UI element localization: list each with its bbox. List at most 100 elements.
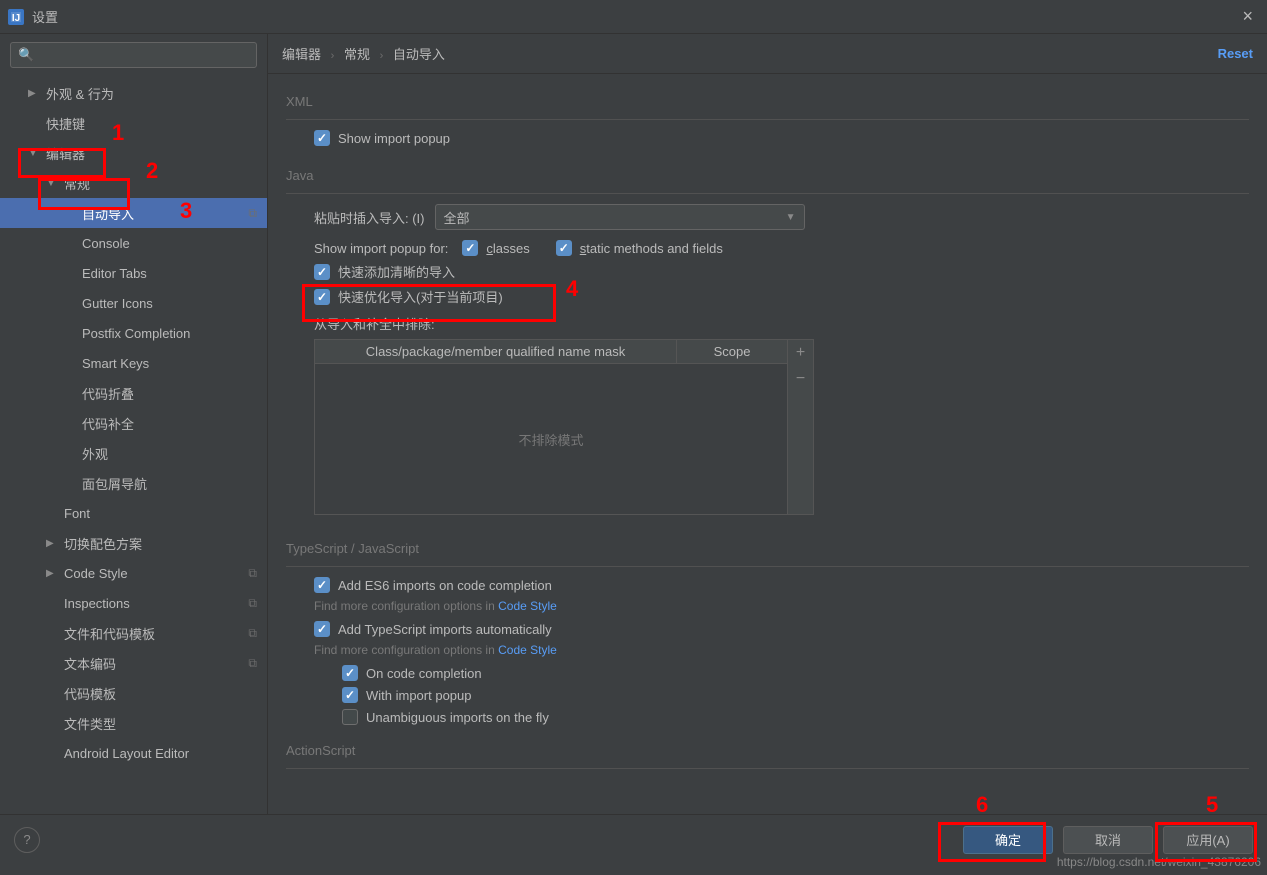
checkbox-xml-show-import[interactable] bbox=[314, 130, 330, 146]
sidebar-item-7[interactable]: Gutter Icons bbox=[0, 288, 267, 318]
close-icon[interactable]: × bbox=[1236, 6, 1259, 27]
checkbox-static[interactable] bbox=[556, 240, 572, 256]
checkbox-on-completion[interactable] bbox=[342, 665, 358, 681]
expand-arrow-icon[interactable] bbox=[28, 148, 42, 159]
project-scope-icon: ⧉ bbox=[248, 206, 257, 221]
sidebar-item-13[interactable]: 面包屑导航 bbox=[0, 468, 267, 498]
sidebar-item-label: 代码模板 bbox=[64, 684, 116, 703]
add-button[interactable]: + bbox=[788, 340, 813, 366]
expand-arrow-icon[interactable] bbox=[46, 568, 60, 579]
popup-for-label: Show import popup for: bbox=[314, 241, 448, 256]
checkbox-label: 快速添加清晰的导入 bbox=[338, 262, 455, 281]
sidebar-item-label: Font bbox=[64, 506, 90, 521]
checkbox-es6-imports[interactable] bbox=[314, 577, 330, 593]
divider bbox=[286, 193, 1249, 194]
cancel-button[interactable]: 取消 bbox=[1063, 826, 1153, 854]
sidebar-item-17[interactable]: Inspections ⧉ bbox=[0, 588, 267, 618]
sidebar-item-22[interactable]: Android Layout Editor bbox=[0, 738, 267, 768]
checkbox-label: With import popup bbox=[366, 688, 472, 703]
sidebar-item-18[interactable]: 文件和代码模板 ⧉ bbox=[0, 618, 267, 648]
code-style-link[interactable]: Code Style bbox=[498, 643, 557, 657]
expand-arrow-icon[interactable] bbox=[28, 88, 42, 99]
checkbox-label: Show import popup bbox=[338, 131, 450, 146]
sidebar-item-9[interactable]: Smart Keys bbox=[0, 348, 267, 378]
sidebar-item-10[interactable]: 代码折叠 bbox=[0, 378, 267, 408]
sidebar-item-label: Inspections bbox=[64, 596, 130, 611]
paste-import-label: 粘贴时插入导入: (I) bbox=[314, 208, 425, 227]
sidebar-item-label: Editor Tabs bbox=[82, 266, 147, 281]
section-java-title: Java bbox=[286, 168, 1249, 183]
reset-link[interactable]: Reset bbox=[1218, 46, 1253, 61]
checkbox-classes[interactable] bbox=[462, 240, 478, 256]
code-style-link[interactable]: Code Style bbox=[498, 599, 557, 613]
sidebar-item-4[interactable]: 自动导入⧉ bbox=[0, 198, 267, 228]
chevron-right-icon: › bbox=[331, 50, 335, 62]
project-scope-icon: ⧉ bbox=[248, 626, 257, 641]
sidebar-item-label: 文件和代码模板 bbox=[64, 624, 155, 643]
expand-arrow-icon[interactable] bbox=[46, 538, 60, 549]
breadcrumb-item[interactable]: 编辑器 bbox=[282, 47, 321, 62]
sidebar-item-19[interactable]: 文本编码⧉ bbox=[0, 648, 267, 678]
sidebar-item-label: 代码折叠 bbox=[82, 384, 134, 403]
sidebar-item-15[interactable]: 切换配色方案 bbox=[0, 528, 267, 558]
sidebar-item-2[interactable]: 编辑器 bbox=[0, 138, 267, 168]
sidebar-item-label: 外观 & 行为 bbox=[46, 84, 114, 103]
help-button[interactable]: ? bbox=[14, 827, 40, 853]
sidebar-item-label: 快捷键 bbox=[46, 114, 85, 133]
exclude-table: Class/package/member qualified name mask… bbox=[314, 339, 814, 515]
sidebar-item-label: Android Layout Editor bbox=[64, 746, 189, 761]
sidebar-item-label: Smart Keys bbox=[82, 356, 149, 371]
exclude-title: 从导入和补全中排除: bbox=[314, 317, 435, 332]
checkbox-label: static methods and fields bbox=[580, 241, 723, 256]
table-header-name: Class/package/member qualified name mask bbox=[315, 340, 677, 363]
sidebar-item-11[interactable]: 代码补全 bbox=[0, 408, 267, 438]
checkbox-optimize-import[interactable] bbox=[314, 289, 330, 305]
paste-import-select[interactable]: 全部 ▼ bbox=[435, 204, 805, 230]
sidebar-item-label: 常规 bbox=[64, 174, 90, 193]
sidebar-item-1[interactable]: 快捷键 bbox=[0, 108, 267, 138]
expand-arrow-icon[interactable] bbox=[46, 178, 60, 189]
sidebar-item-label: Gutter Icons bbox=[82, 296, 153, 311]
project-scope-icon: ⧉ bbox=[248, 596, 257, 611]
settings-tree[interactable]: 外观 & 行为快捷键编辑器常规自动导入⧉Console Editor Tabs Gu… bbox=[0, 76, 267, 814]
apply-button[interactable]: 应用(A) bbox=[1163, 826, 1253, 854]
checkbox-label: Unambiguous imports on the fly bbox=[366, 710, 549, 725]
checkbox-label: Add TypeScript imports automatically bbox=[338, 622, 552, 637]
chevron-down-icon: ▼ bbox=[786, 212, 796, 223]
sidebar-item-label: 编辑器 bbox=[46, 144, 85, 163]
section-xml-title: XML bbox=[286, 94, 1249, 109]
sidebar-item-5[interactable]: Console bbox=[0, 228, 267, 258]
checkbox-label: On code completion bbox=[366, 666, 482, 681]
sidebar-item-20[interactable]: 代码模板 bbox=[0, 678, 267, 708]
select-value: 全部 bbox=[444, 208, 470, 227]
project-scope-icon: ⧉ bbox=[248, 566, 257, 581]
checkbox-with-popup[interactable] bbox=[342, 687, 358, 703]
checkbox-ts-auto[interactable] bbox=[314, 621, 330, 637]
sidebar-item-label: 代码补全 bbox=[82, 414, 134, 433]
checkbox-unambiguous[interactable] bbox=[342, 709, 358, 725]
sidebar-item-12[interactable]: 外观 bbox=[0, 438, 267, 468]
checkbox-label: Add ES6 imports on code completion bbox=[338, 578, 552, 593]
checkbox-add-clear-import[interactable] bbox=[314, 264, 330, 280]
checkbox-label: classes bbox=[486, 241, 529, 256]
breadcrumb-item[interactable]: 常规 bbox=[344, 47, 370, 62]
ok-button[interactable]: 确定 bbox=[963, 826, 1053, 854]
settings-search-input[interactable] bbox=[10, 42, 257, 68]
sidebar-item-8[interactable]: Postfix Completion bbox=[0, 318, 267, 348]
sidebar-item-6[interactable]: Editor Tabs bbox=[0, 258, 267, 288]
sidebar-item-label: 面包屑导航 bbox=[82, 474, 147, 493]
table-empty-text: 不排除模式 bbox=[518, 430, 583, 449]
sidebar-item-0[interactable]: 外观 & 行为 bbox=[0, 78, 267, 108]
sidebar-item-14[interactable]: Font bbox=[0, 498, 267, 528]
exclude-table-body[interactable]: 不排除模式 bbox=[315, 364, 787, 514]
window-title: 设置 bbox=[32, 7, 58, 26]
sidebar-item-3[interactable]: 常规 bbox=[0, 168, 267, 198]
chevron-right-icon: › bbox=[380, 50, 384, 62]
sidebar-item-16[interactable]: Code Style⧉ bbox=[0, 558, 267, 588]
section-as-title: ActionScript bbox=[286, 743, 1249, 758]
remove-button[interactable]: − bbox=[788, 366, 813, 392]
sidebar-item-label: 外观 bbox=[82, 444, 108, 463]
window-titlebar: IJ 设置 × bbox=[0, 0, 1267, 34]
project-scope-icon: ⧉ bbox=[248, 656, 257, 671]
sidebar-item-21[interactable]: 文件类型 bbox=[0, 708, 267, 738]
